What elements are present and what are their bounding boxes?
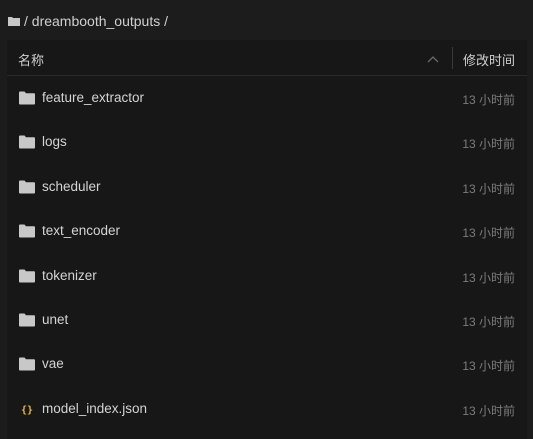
modified-time: 13 小时前 [462, 270, 515, 285]
chevron-up-icon[interactable] [427, 51, 439, 66]
breadcrumb-path[interactable]: / dreambooth_outputs / [24, 13, 168, 29]
folder-icon [19, 224, 35, 238]
svg-text:{}: {} [21, 405, 33, 416]
modified-time: 13 小时前 [462, 359, 515, 374]
file-name: scheduler [42, 178, 101, 194]
folder-row[interactable]: unet 13 小时前 [7, 298, 527, 342]
modified-time: 13 小时前 [462, 403, 515, 418]
file-name: tokenizer [42, 267, 97, 283]
modified-time: 13 小时前 [462, 93, 515, 107]
folder-row[interactable]: vae 13 小时前 [7, 342, 527, 386]
json-file-icon: {} [19, 402, 35, 416]
file-name: model_index.json [42, 400, 148, 416]
file-name: text_encoder [42, 223, 121, 239]
modified-time: 13 小时前 [462, 137, 515, 152]
column-header-modified[interactable]: 修改时间 [463, 50, 515, 69]
folder-icon [19, 313, 35, 327]
file-name: logs [42, 134, 67, 150]
folder-icon [19, 357, 35, 371]
folder-row[interactable]: scheduler 13 小时前 [7, 165, 527, 209]
column-divider[interactable] [452, 47, 453, 69]
modified-time: 13 小时前 [462, 226, 515, 241]
file-name: unet [42, 312, 69, 327]
folder-icon [19, 180, 35, 194]
modified-time: 13 小时前 [462, 315, 515, 329]
column-header-name[interactable]: 名称 [18, 50, 44, 69]
folder-icon [19, 135, 35, 149]
folder-icon [8, 16, 20, 26]
file-name: vae [42, 356, 64, 372]
folder-icon [19, 91, 35, 105]
folder-row[interactable]: logs 13 小时前 [7, 120, 527, 164]
folder-row[interactable]: text_encoder 13 小时前 [7, 209, 527, 253]
file-list-panel: 名称 修改时间 feature_extractor 13 小时前 logs 13 小时… [7, 40, 527, 439]
folder-row[interactable]: tokenizer 13 小时前 [7, 254, 527, 298]
modified-time: 13 小时前 [462, 181, 515, 196]
file-list-header: 名称 修改时间 [7, 40, 527, 76]
folder-icon [19, 269, 35, 283]
file-row[interactable]: {} model_index.json 13 小时前 [7, 387, 527, 431]
breadcrumb: / dreambooth_outputs / [8, 12, 168, 30]
file-name: feature_extractor [42, 90, 145, 105]
folder-row[interactable]: feature_extractor 13 小时前 [7, 76, 527, 120]
